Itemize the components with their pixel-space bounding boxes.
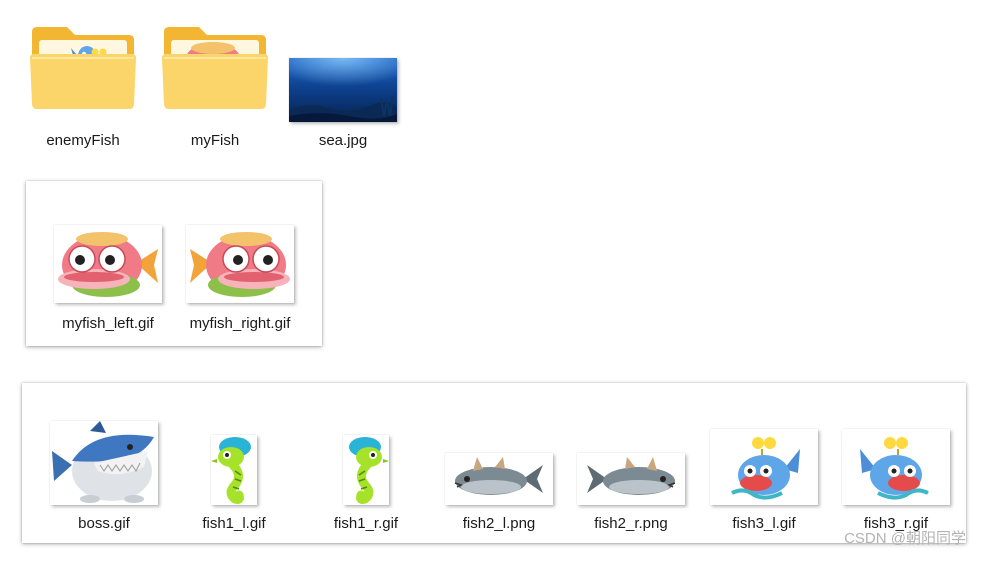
file-name: fish2_r.png: [594, 515, 668, 532]
file-fish3-r[interactable]: fish3_r.gif: [841, 429, 951, 532]
file-boss[interactable]: boss.gif: [49, 421, 159, 532]
folder-myfish[interactable]: myFish: [160, 22, 270, 149]
image-thumbnail: [211, 435, 257, 505]
file-name: myfish_right.gif: [189, 315, 291, 332]
file-name: sea.jpg: [318, 132, 368, 149]
file-fish1-r[interactable]: fish1_r.gif: [311, 435, 421, 532]
folder-icon: [29, 22, 137, 112]
file-myfish-right[interactable]: myfish_right.gif: [185, 225, 295, 332]
image-thumbnail: [50, 421, 158, 505]
file-name: fish1_r.gif: [333, 515, 399, 532]
file-name: boss.gif: [78, 515, 130, 532]
file-myfish-left[interactable]: myfish_left.gif: [53, 225, 163, 332]
file-fish1-l[interactable]: fish1_l.gif: [179, 435, 289, 532]
image-thumbnail: [842, 429, 950, 505]
file-name: fish2_l.png: [462, 515, 536, 532]
file-name: fish3_l.gif: [732, 515, 796, 532]
image-thumbnail: [445, 453, 553, 505]
image-thumbnail: [577, 453, 685, 505]
image-thumbnail: [343, 435, 389, 505]
enemyfish-folder-panel: boss.gif fish1_l.gif fish1_r.gif fish2_l…: [22, 383, 966, 543]
image-thumbnail: [54, 225, 162, 303]
file-name: fish1_l.gif: [202, 515, 266, 532]
folder-icon: [161, 22, 269, 112]
file-sea-jpg[interactable]: sea.jpg: [288, 22, 398, 149]
image-thumbnail: [710, 429, 818, 505]
image-thumbnail: [289, 58, 397, 122]
myfish-folder-panel: myfish_left.gif myfish_right.gif: [26, 181, 322, 346]
file-fish2-l[interactable]: fish2_l.png: [444, 453, 554, 532]
file-fish3-l[interactable]: fish3_l.gif: [709, 429, 819, 532]
file-fish2-r[interactable]: fish2_r.png: [576, 453, 686, 532]
folder-enemyfish[interactable]: enemyFish: [28, 22, 138, 149]
file-name: myfish_left.gif: [62, 315, 154, 332]
watermark: CSDN @朝阳同学: [844, 530, 966, 547]
file-name: enemyFish: [46, 132, 120, 149]
image-thumbnail: [186, 225, 294, 303]
